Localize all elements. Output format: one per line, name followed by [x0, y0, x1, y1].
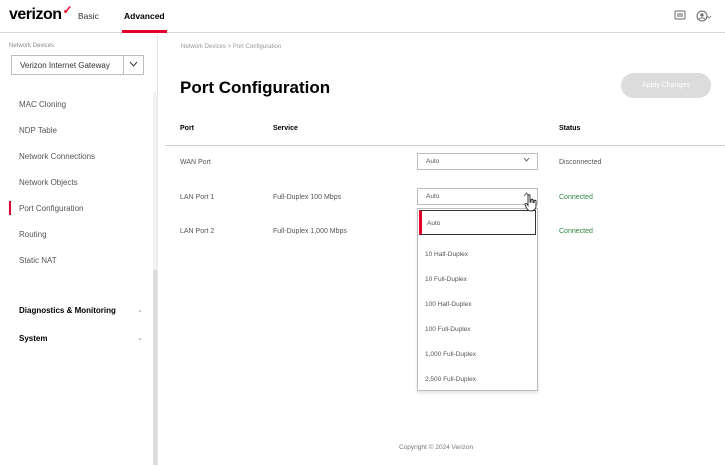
dropdown-option-10-half-duplex[interactable]: 10 Half-Duplex	[418, 242, 537, 267]
column-header-port: Port	[180, 125, 194, 132]
port-speed-select-wan[interactable]: Auto	[417, 153, 538, 170]
dropdown-option-auto[interactable]: Auto	[419, 210, 536, 235]
page-title: Port Configuration	[180, 78, 331, 97]
verizon-logo[interactable]: verizon✓	[9, 3, 73, 24]
sidebar-section-label: Network Devices	[9, 43, 55, 49]
table-header-divider	[165, 145, 725, 146]
breadcrumb[interactable]: Network Devices > Port Configuration	[181, 44, 281, 50]
top-navigation-bar: verizon✓ Basic Advanced	[0, 0, 725, 33]
tab-basic[interactable]: Basic	[78, 11, 99, 21]
status-badge-lan1: Connected	[559, 194, 593, 201]
hand-cursor-icon	[524, 194, 538, 215]
dropdown-option-100-half-duplex[interactable]: 100 Half-Duplex	[418, 292, 537, 317]
sidebar-item-port-configuration[interactable]: Port Configuration	[0, 196, 152, 220]
port-speed-select-value: Auto	[426, 158, 440, 165]
dropdown-option-10-full-duplex[interactable]: 10 Full-Duplex	[418, 267, 537, 292]
column-header-status: Status	[559, 125, 581, 132]
sidebar-item-network-objects[interactable]: Network Objects	[0, 170, 152, 194]
port-speed-select-value: Auto	[426, 193, 440, 200]
sidebar-divider	[157, 34, 158, 465]
port-service-lan1: Full-Duplex 100 Mbps	[273, 194, 342, 201]
active-tab-indicator	[122, 30, 167, 33]
sidebar-item-routing[interactable]: Routing	[0, 222, 152, 246]
port-name-lan2: LAN Port 2	[180, 228, 215, 235]
device-select[interactable]: Verizon Internet Gateway	[11, 55, 144, 75]
apply-changes-button[interactable]: Apply Changes	[621, 73, 711, 98]
chevron-down-icon: ⌄	[137, 307, 143, 314]
sidebar: Network Devices Verizon Internet Gateway…	[0, 34, 157, 465]
port-service-lan2: Full-Duplex 1,000 Mbps	[273, 228, 347, 235]
port-name-wan: WAN Port	[180, 159, 211, 166]
copyright-footer: Copyright © 2024 Verizon	[399, 444, 474, 451]
device-select-value: Verizon Internet Gateway	[20, 61, 110, 70]
status-badge-lan2: Connected	[559, 228, 593, 235]
dropdown-option-2500-full-duplex[interactable]: 2,500 Full-Duplex	[418, 367, 537, 392]
messages-icon[interactable]	[674, 10, 686, 23]
status-badge-wan: Disconnected	[559, 159, 602, 166]
chevron-down-icon	[123, 56, 143, 74]
sidebar-section-diagnostics[interactable]: Diagnostics & Monitoring ⌄	[0, 306, 152, 315]
sidebar-item-ndp-table[interactable]: NDP Table	[0, 118, 152, 142]
sidebar-section-system[interactable]: System ⌄	[0, 334, 152, 343]
sidebar-item-mac-cloning[interactable]: MAC Cloning	[0, 92, 152, 116]
port-speed-select-lan1[interactable]: Auto	[417, 188, 538, 205]
chevron-down-icon: ⌄	[137, 335, 143, 342]
column-header-service: Service	[273, 125, 298, 132]
dropdown-option-100-full-duplex[interactable]: 100 Full-Duplex	[418, 317, 537, 342]
port-speed-dropdown-list: Auto 10 Half-Duplex 10 Full-Duplex 100 H…	[417, 208, 538, 391]
sidebar-item-network-connections[interactable]: Network Connections	[0, 144, 152, 168]
checkmark-logo-icon: ✓	[62, 3, 73, 17]
tab-advanced[interactable]: Advanced	[124, 11, 165, 21]
user-account-icon[interactable]	[696, 10, 712, 25]
port-name-lan1: LAN Port 1	[180, 194, 215, 201]
chevron-down-icon	[523, 157, 530, 164]
dropdown-option-1000-full-duplex[interactable]: 1,000 Full-Duplex	[418, 342, 537, 367]
sidebar-item-static-nat[interactable]: Static NAT	[0, 248, 152, 272]
